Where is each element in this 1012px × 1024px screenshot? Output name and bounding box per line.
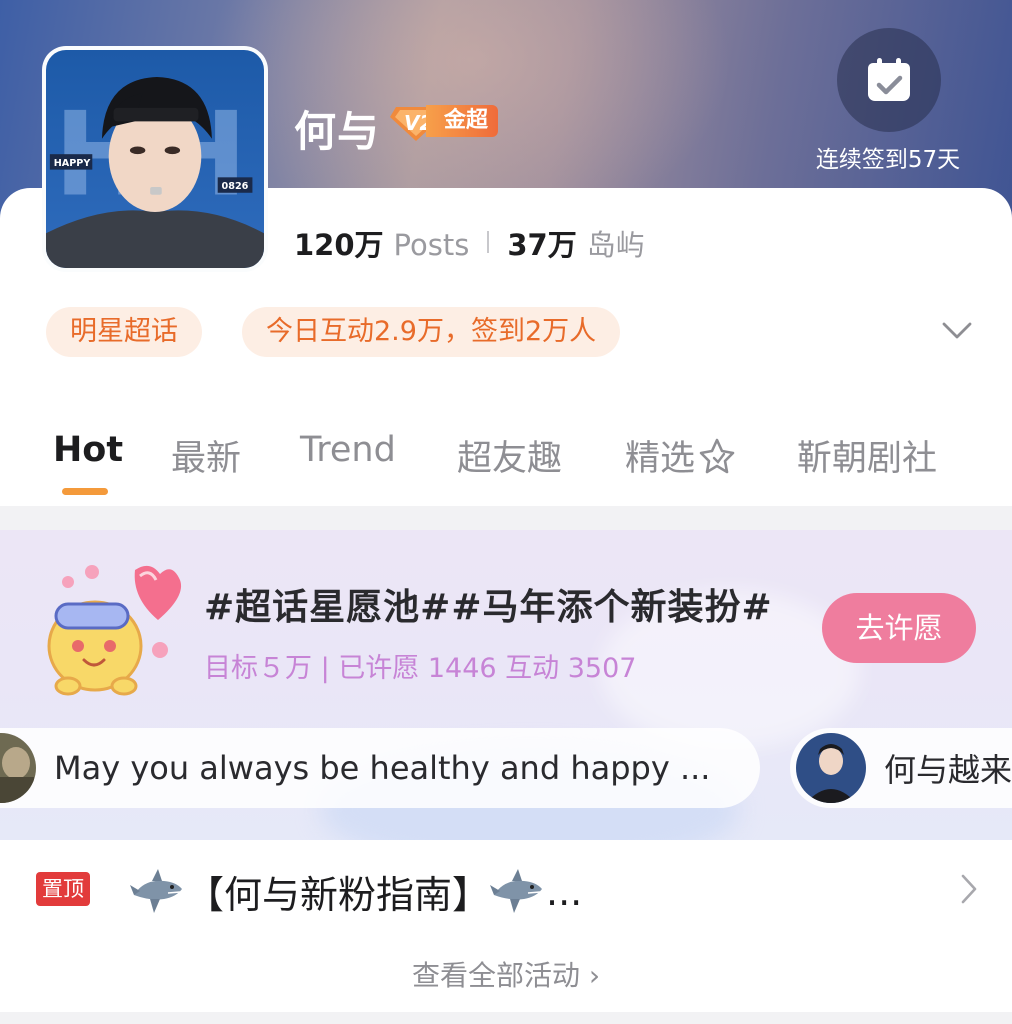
- checkin-button[interactable]: [837, 28, 941, 132]
- wish-message-bubble[interactable]: 何与越来: [790, 728, 1012, 808]
- pinned-title-text: 【何与新粉指南】: [186, 873, 491, 917]
- pinned-title-ellipsis: ...: [546, 869, 583, 914]
- pinned-title: 【何与新粉指南】 ...: [130, 864, 582, 919]
- mascot-icon: [47, 565, 182, 696]
- wish-message-text: May you always be healthy and happy ...: [54, 749, 711, 787]
- tab-latest[interactable]: 最新: [171, 430, 241, 481]
- islands-count: 37万: [507, 228, 577, 262]
- avatar-photo: HH HAPPY 0826: [46, 50, 264, 268]
- wish-message-text: 何与越来: [884, 751, 1012, 789]
- islands-label: 岛屿: [586, 228, 645, 262]
- tab-trend[interactable]: Trend: [300, 430, 396, 470]
- pinned-post-row[interactable]: 置顶 【何与新粉指南】 ...: [0, 840, 1012, 936]
- calendar-check-icon: [868, 58, 910, 101]
- posts-count: 120万: [294, 228, 384, 262]
- super-topic-avatar[interactable]: HH HAPPY 0826: [42, 46, 268, 272]
- tab-drama-club[interactable]: 靳朝剧社: [797, 430, 937, 481]
- topic-name: 何与: [294, 107, 381, 156]
- avatar-tag-happy: HAPPY: [54, 158, 92, 169]
- level-label: 金超: [426, 105, 499, 137]
- chevron-right-icon: [961, 874, 977, 904]
- avatar-tag-number: 0826: [222, 181, 249, 192]
- tab-featured[interactable]: 精选: [625, 430, 737, 481]
- shark-icon: [490, 868, 543, 913]
- checkin-streak: 连续签到57天: [815, 147, 961, 173]
- wish-title[interactable]: #超话星愿池##马年添个新装扮#: [204, 578, 773, 630]
- today-activity-tag[interactable]: 今日互动2.9万，签到2万人: [242, 307, 621, 357]
- avatar: [0, 733, 36, 803]
- shark-icon: [130, 868, 182, 913]
- posts-label: Posts: [393, 228, 470, 262]
- view-all-row: 查看全部活动 ›: [0, 936, 1012, 1012]
- tab-bar: Hot 最新 Trend 超友趣 精选 靳朝剧社: [0, 418, 1012, 488]
- active-tab-indicator: [62, 488, 108, 495]
- sparkle-icon: [699, 438, 735, 474]
- wish-message-bubble[interactable]: May you always be healthy and happy ...: [0, 728, 760, 808]
- tab-hot[interactable]: Hot: [53, 430, 123, 470]
- category-tag[interactable]: 明星超话: [46, 307, 202, 357]
- tab-featured-label: 精选: [625, 439, 696, 479]
- view-all-activities-link[interactable]: 查看全部活动 ›: [0, 954, 1012, 994]
- chevron-down-icon[interactable]: [940, 318, 974, 344]
- pinned-badge: 置顶: [36, 872, 90, 906]
- level-badge[interactable]: V2 金超: [390, 101, 499, 141]
- tab-fun[interactable]: 超友趣: [457, 430, 562, 481]
- topic-stats: 120万 Posts 37万 岛屿: [294, 222, 645, 262]
- wish-stats: 目标５万 | 已许愿 1446 互动 3507: [204, 653, 637, 684]
- avatar: [796, 733, 866, 803]
- make-wish-button[interactable]: 去许愿: [822, 593, 976, 663]
- stats-divider: [487, 231, 490, 253]
